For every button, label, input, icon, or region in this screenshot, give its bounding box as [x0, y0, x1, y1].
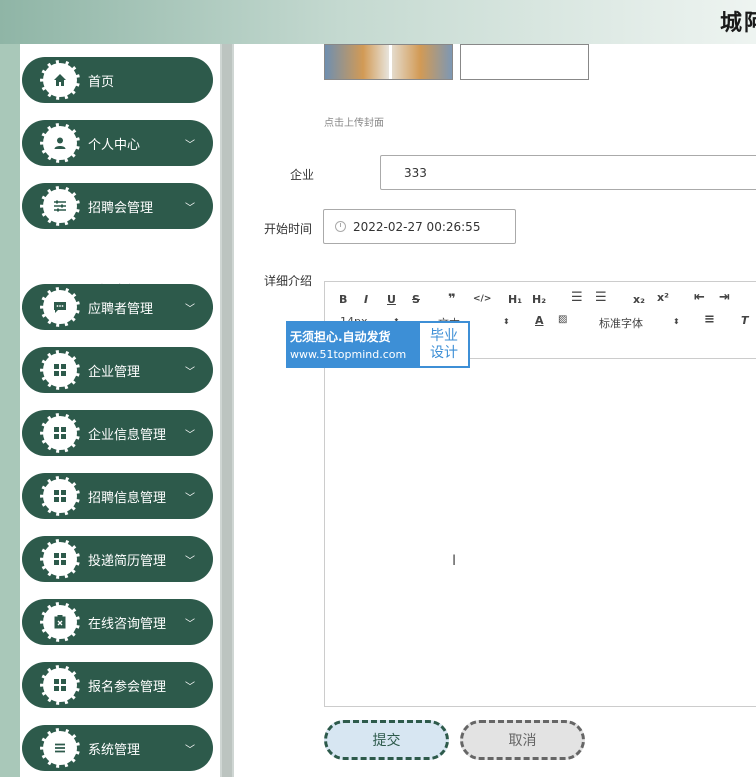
- watermark-line2: www.51topmind.com: [290, 348, 407, 361]
- submit-button[interactable]: 提交: [324, 720, 449, 760]
- align-icon[interactable]: ≡: [704, 312, 715, 327]
- select-arrow-icon: ⬍: [503, 317, 510, 326]
- chevron-down-icon: ﹀: [185, 492, 195, 504]
- cover-upload-slot[interactable]: [460, 44, 589, 80]
- sidebar-edge: [0, 44, 20, 777]
- grid-icon: [40, 413, 80, 453]
- clear-format-icon[interactable]: T: [741, 314, 749, 327]
- clipboard-icon: [40, 602, 80, 642]
- ordered-list-icon[interactable]: ☰: [571, 290, 583, 305]
- watermark-text: 无须担心.自动发货 www.51topmind.com: [286, 321, 420, 368]
- chevron-down-icon: ﹀: [185, 429, 195, 441]
- watermark-badge: 毕业 设计: [420, 323, 468, 366]
- underline-button[interactable]: U: [387, 293, 396, 306]
- grid-icon: [40, 476, 80, 516]
- chevron-down-icon: ﹀: [185, 303, 195, 315]
- chevron-down-icon: ﹀: [185, 744, 195, 756]
- sidebar-item-company-info[interactable]: 企业信息管理 ﹀: [22, 410, 213, 456]
- sidebar-item-event-registration[interactable]: 报名参会管理 ﹀: [22, 662, 213, 708]
- sidebar-item-label: 系统管理: [88, 742, 141, 758]
- company-input[interactable]: 333: [380, 155, 756, 190]
- chevron-down-icon: ﹀: [185, 202, 195, 214]
- sliders-icon: [40, 186, 80, 226]
- code-block-button[interactable]: </>: [473, 294, 491, 304]
- h1-button[interactable]: H₁: [508, 293, 522, 306]
- start-time-value: 2022-02-27 00:26:55: [353, 219, 481, 234]
- background-color-button[interactable]: ▨: [558, 314, 567, 325]
- watermark-banner: 无须担心.自动发货 www.51topmind.com 毕业 设计: [286, 321, 470, 368]
- sidebar-item-label: 企业管理: [88, 364, 141, 380]
- sidebar: 首页 个人中心 ﹀ 招聘会管理 ﹀ 招聘会 应聘者管理 ﹀ 企业管理 ﹀ 企业信…: [20, 44, 220, 777]
- watermark-badge-line2: 设计: [430, 344, 458, 361]
- h2-button[interactable]: H₂: [532, 293, 546, 306]
- sidebar-item-applicants[interactable]: 应聘者管理 ﹀: [22, 284, 213, 330]
- sidebar-item-home[interactable]: 首页: [22, 57, 213, 103]
- sidebar-item-recruitment-info[interactable]: 招聘信息管理 ﹀: [22, 473, 213, 519]
- top-header: 城阿: [0, 0, 756, 44]
- sidebar-item-resume-submissions[interactable]: 投递简历管理 ﹀: [22, 536, 213, 582]
- sidebar-item-label: 招聘信息管理: [88, 490, 167, 506]
- chevron-down-icon: ﹀: [185, 366, 195, 378]
- subscript-button[interactable]: x₂: [633, 293, 645, 306]
- company-label: 企业: [290, 168, 315, 182]
- sidebar-item-job-fair[interactable]: 招聘会管理 ﹀: [22, 183, 213, 229]
- sidebar-item-label: 投递简历管理: [88, 553, 167, 569]
- bullet-list-icon[interactable]: ☰: [595, 290, 607, 305]
- sidebar-item-label: 招聘会管理: [88, 200, 154, 216]
- sidebar-item-companies[interactable]: 企业管理 ﹀: [22, 347, 213, 393]
- select-arrow-icon: ⬍: [673, 317, 680, 326]
- user-icon: [40, 123, 80, 163]
- start-time-picker[interactable]: 2022-02-27 00:26:55: [323, 209, 516, 244]
- sidebar-item-online-consult[interactable]: 在线咨询管理 ﹀: [22, 599, 213, 645]
- start-time-label: 开始时间: [264, 222, 313, 236]
- sidebar-item-label: 在线咨询管理: [88, 616, 167, 632]
- watermark-line1: 无须担心.自动发货: [290, 330, 391, 344]
- home-icon: [40, 60, 80, 100]
- cover-image-preview[interactable]: [324, 44, 453, 80]
- sidebar-scrollbar[interactable]: [222, 44, 232, 777]
- list-icon: [40, 728, 80, 768]
- sidebar-item-label: 应聘者管理: [88, 301, 154, 317]
- editor-content[interactable]: I: [325, 359, 756, 707]
- blockquote-button[interactable]: ❞: [448, 292, 456, 307]
- outdent-icon[interactable]: ⇤: [694, 290, 705, 305]
- cancel-button[interactable]: 取消: [460, 720, 585, 760]
- site-title: 城阿: [720, 11, 756, 36]
- grid-icon: [40, 665, 80, 705]
- company-input-value: 333: [404, 165, 427, 180]
- strike-button[interactable]: S: [412, 293, 420, 306]
- grid-icon: [40, 539, 80, 579]
- detail-label: 详细介绍: [264, 274, 313, 288]
- indent-icon[interactable]: ⇥: [719, 290, 730, 305]
- text-cursor-icon: I: [452, 553, 457, 569]
- main-content: 点击上传封面 企业 333 开始时间 2022-02-27 00:26:55 详…: [234, 44, 756, 777]
- bold-button[interactable]: B: [339, 293, 347, 306]
- sidebar-item-label: 首页: [88, 74, 115, 90]
- chevron-down-icon: ﹀: [185, 618, 195, 630]
- sidebar-item-personal-center[interactable]: 个人中心 ﹀: [22, 120, 213, 166]
- chevron-down-icon: ﹀: [185, 681, 195, 693]
- clock-icon: [335, 221, 346, 232]
- chevron-down-icon: ﹀: [185, 555, 195, 567]
- sidebar-item-label: 个人中心: [88, 137, 141, 153]
- chevron-down-icon: ﹀: [185, 139, 195, 151]
- sidebar-item-label: 企业信息管理: [88, 427, 167, 443]
- superscript-button[interactable]: x²: [657, 291, 669, 304]
- sidebar-item-system[interactable]: 系统管理 ﹀: [22, 725, 213, 771]
- upload-cover-hint[interactable]: 点击上传封面: [324, 114, 384, 129]
- italic-button[interactable]: I: [364, 293, 368, 306]
- sidebar-item-label: 报名参会管理: [88, 679, 167, 695]
- font-family-select[interactable]: 标准字体: [599, 315, 643, 331]
- text-color-button[interactable]: A: [535, 314, 544, 327]
- chat-icon: [40, 287, 80, 327]
- grid-icon: [40, 350, 80, 390]
- watermark-badge-line1: 毕业: [430, 327, 458, 344]
